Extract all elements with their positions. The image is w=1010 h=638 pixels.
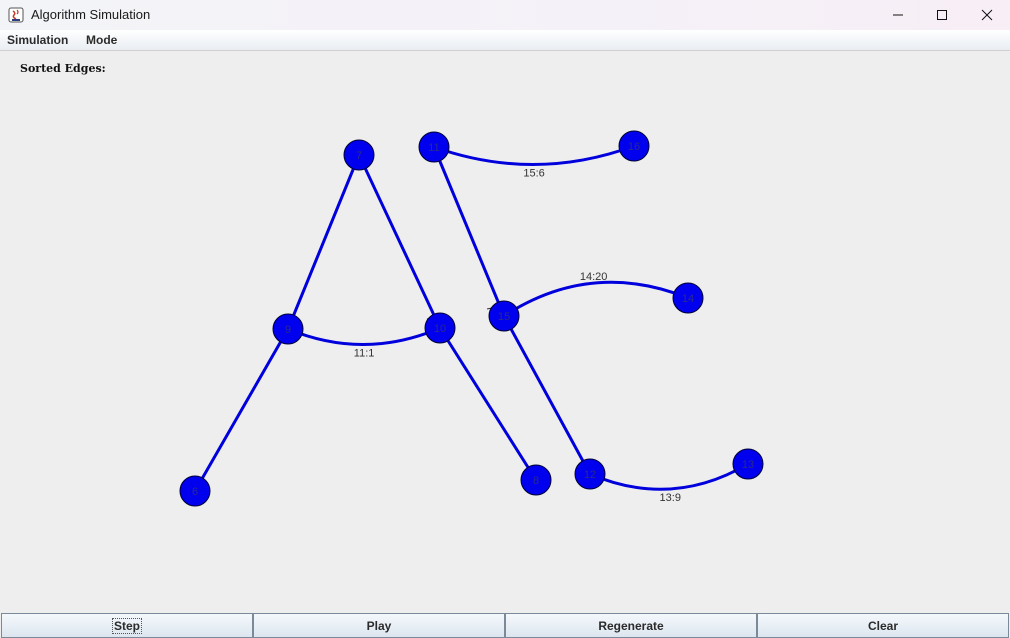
- step-button[interactable]: Step: [1, 613, 253, 638]
- close-icon: [981, 9, 993, 21]
- graph-edge: [589, 462, 749, 491]
- button-bar: Step Play Regenerate Clear: [0, 613, 1010, 638]
- graph-edge: [432, 146, 506, 317]
- edge-weight-label: 11:1: [354, 347, 375, 359]
- java-app-icon: [8, 7, 24, 23]
- menu-mode[interactable]: Mode: [86, 33, 117, 47]
- menu-bar: Simulation Mode: [0, 30, 1010, 51]
- maximize-icon: [937, 10, 947, 20]
- menu-simulation[interactable]: Simulation: [7, 33, 68, 47]
- graph-svg: 11:1 15:6 14:20 13:9 7 9 10 6 8 11 16 15 14 12 13: [179, 130, 764, 507]
- minimize-icon: [893, 14, 903, 16]
- graph-node-label: 7: [356, 150, 362, 162]
- graph-node-label: 10: [434, 323, 446, 335]
- edge-weight-label: 15:6: [523, 167, 544, 179]
- graph-edge: [503, 280, 689, 318]
- graph-node-label: 15: [498, 311, 510, 323]
- graph-node-label: 14: [682, 293, 694, 305]
- graph-edge: [357, 154, 442, 329]
- edge-weight-label: 13:9: [660, 492, 681, 504]
- clear-button[interactable]: Clear: [757, 613, 1009, 638]
- graph-node-label: 11: [428, 142, 439, 154]
- graph-edge: [433, 144, 635, 166]
- title-bar: Algorithm Simulation: [0, 0, 1010, 30]
- window-title: Algorithm Simulation: [31, 7, 151, 22]
- graph-node-label: 9: [285, 324, 291, 336]
- minimize-button[interactable]: [875, 0, 921, 30]
- graph-node-label: 12: [584, 469, 596, 481]
- graph-node-label: 16: [628, 141, 640, 153]
- graph-node-label: 13: [742, 459, 754, 471]
- graph-canvas[interactable]: Sorted Edges: 11:1 15:6 14:20 13:9 7 9 10 6 8 11 1…: [0, 52, 1010, 612]
- graph-node-label: 8: [533, 475, 539, 487]
- edge-weight-label: 14:20: [580, 271, 608, 283]
- graph-edge: [287, 326, 441, 346]
- graph-edge: [193, 328, 290, 492]
- play-button[interactable]: Play: [253, 613, 505, 638]
- graph-edge: [286, 154, 361, 330]
- maximize-button[interactable]: [919, 0, 965, 30]
- graph-node-label: 6: [192, 486, 198, 498]
- close-button[interactable]: [964, 0, 1010, 30]
- regenerate-button[interactable]: Regenerate: [505, 613, 757, 638]
